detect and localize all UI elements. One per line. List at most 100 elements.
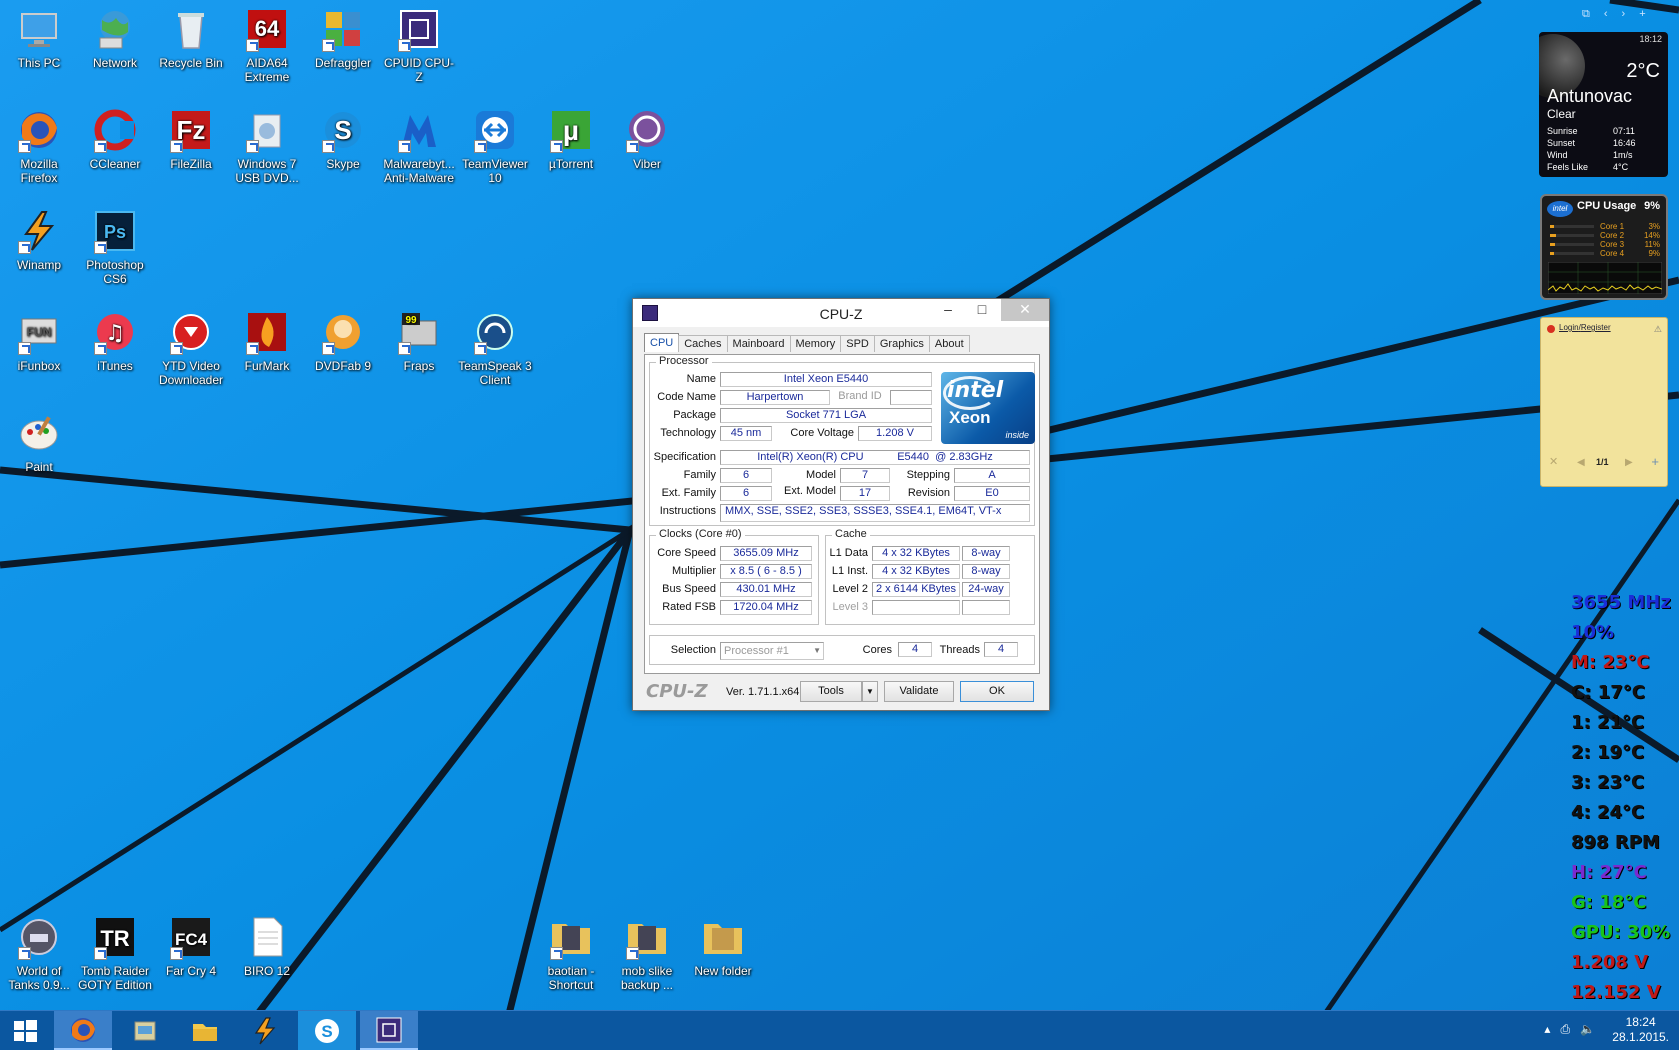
- title-bar[interactable]: CPU-Z – □ ✕: [633, 299, 1049, 327]
- desktop-icon[interactable]: Paint: [1, 410, 77, 474]
- desktop-icon-label: Paint: [25, 460, 53, 474]
- desktop-icon[interactable]: FC4 Far Cry 4: [153, 914, 229, 978]
- desktop-icon[interactable]: World of Tanks 0.9...: [1, 914, 77, 992]
- network-icon[interactable]: ⎙: [1560, 1022, 1570, 1037]
- desktop-icon[interactable]: Fz FileZilla: [153, 107, 229, 171]
- note-add-icon[interactable]: +: [1651, 454, 1659, 469]
- desktop-icon[interactable]: DVDFab 9: [305, 309, 381, 373]
- corespeed-field: 3655.09 MHz: [720, 546, 812, 561]
- desktop-icon[interactable]: Defraggler: [305, 6, 381, 70]
- weather-temp: 2°C: [1626, 60, 1660, 82]
- desktop-icon[interactable]: Recycle Bin: [153, 6, 229, 70]
- restore-icon[interactable]: ⧉: [1582, 8, 1590, 21]
- cpu-usage-title: CPU Usage: [1577, 200, 1637, 212]
- core-usage-row: Core 4 9%: [1550, 249, 1660, 258]
- desktop-icon[interactable]: ♫ iTunes: [77, 309, 153, 373]
- core-usage-row: Core 3 11%: [1550, 240, 1660, 249]
- spec-field: Intel(R) Xeon(R) CPU E5440 @ 2.83GHz: [720, 450, 1030, 465]
- desktop-icon[interactable]: Network: [77, 6, 153, 70]
- tab-about[interactable]: About: [928, 335, 970, 352]
- back-icon[interactable]: ‹: [1604, 8, 1608, 21]
- desktop-icon[interactable]: BIRO 12: [229, 914, 305, 978]
- desktop-icon[interactable]: Viber: [609, 107, 685, 171]
- desktop-icon[interactable]: CPUID CPU-Z: [381, 6, 457, 84]
- desktop-icon[interactable]: FUN iFunbox: [1, 309, 77, 373]
- desktop-icon[interactable]: YTD Video Downloader: [153, 309, 229, 387]
- itunes-icon: ♫: [92, 309, 138, 355]
- start-button[interactable]: [0, 1011, 50, 1050]
- desktop-icon[interactable]: Mozilla Firefox: [1, 107, 77, 185]
- desktop-icon[interactable]: Winamp: [1, 208, 77, 272]
- taskbar-file-explorer[interactable]: [176, 1011, 234, 1050]
- weather-gadget[interactable]: 18:12 2°C Antunovac Clear Sunrise 07:11 Su…: [1539, 32, 1668, 177]
- tools-button[interactable]: Tools: [800, 681, 862, 702]
- svg-text:99: 99: [405, 315, 417, 326]
- taskbar-firefox[interactable]: [54, 1011, 112, 1050]
- desktop-icon[interactable]: Malwarebyt... Anti-Malware: [381, 107, 457, 185]
- teamviewer-icon: [472, 107, 518, 153]
- tab-cpu[interactable]: CPU: [644, 333, 680, 352]
- desktop-icon[interactable]: µ µTorrent: [533, 107, 609, 171]
- processor-select[interactable]: Processor #1 ▼: [720, 642, 824, 660]
- cpu-usage-gadget[interactable]: intel CPU Usage 9% Core 1 3% Core 2 14% Core…: [1540, 194, 1668, 300]
- login-link[interactable]: Login: [1559, 323, 1579, 332]
- weather-time: 18:12: [1639, 34, 1662, 44]
- tools-dropdown-button[interactable]: ▼: [862, 681, 878, 702]
- desktop-icon[interactable]: CCleaner: [77, 107, 153, 171]
- taskbar-cpuz[interactable]: [360, 1011, 418, 1050]
- taskbar-winamp[interactable]: [236, 1011, 294, 1050]
- corevoltage-field: 1.208 V: [858, 426, 932, 441]
- taskbar-skype[interactable]: S: [298, 1011, 356, 1050]
- shortcut-arrow-icon: [398, 140, 411, 153]
- tab-memory[interactable]: Memory: [789, 335, 842, 352]
- tray-expand-icon[interactable]: ▴: [1544, 1022, 1550, 1037]
- note-close-icon[interactable]: ✕: [1549, 455, 1558, 468]
- desktop-icon[interactable]: FurMark: [229, 309, 305, 373]
- desktop-icon[interactable]: TR Tomb Raider GOTY Edition: [77, 914, 153, 992]
- minimize-button[interactable]: –: [931, 299, 965, 321]
- hardware-monitor-overlay: 3655 MHz 10% M: 23°C C: 17°C 1: 21°C 2: 19°C 3…: [1571, 588, 1676, 1008]
- desktop-icon[interactable]: 99 Fraps: [381, 309, 457, 373]
- core-name: Core 4: [1600, 249, 1625, 258]
- desktop-icon[interactable]: TeamViewer 10: [457, 107, 533, 185]
- l1data-way-field: 8-way: [962, 546, 1010, 561]
- desktop-icon[interactable]: TeamSpeak 3 Client: [457, 309, 533, 387]
- ccleaner-icon: [92, 107, 138, 153]
- note-next-icon[interactable]: ▶: [1625, 457, 1633, 468]
- shortcut-arrow-icon: [170, 342, 183, 355]
- validate-button[interactable]: Validate: [884, 681, 954, 702]
- bottom-bar: CPU-Z Ver. 1.71.1.x64 Tools ▼ Validate O…: [644, 681, 1040, 705]
- tab-spd[interactable]: SPD: [840, 335, 875, 352]
- close-button[interactable]: ✕: [1001, 299, 1049, 321]
- ratedfsb-label: Rated FSB: [662, 601, 716, 613]
- desktop-icon[interactable]: mob slike backup ...: [609, 914, 685, 992]
- tab-graphics[interactable]: Graphics: [873, 335, 930, 352]
- maximize-button[interactable]: □: [965, 299, 999, 321]
- tab-mainboard[interactable]: Mainboard: [726, 335, 791, 352]
- register-link[interactable]: Register: [1581, 323, 1611, 332]
- desktop-icon[interactable]: 64 AIDA64 Extreme: [229, 6, 305, 84]
- desktop-icon[interactable]: baotian - Shortcut: [533, 914, 609, 992]
- desktop-icon[interactable]: Ps Photoshop CS6: [77, 208, 153, 286]
- taskbar-file-transfer[interactable]: [116, 1011, 174, 1050]
- desktop-icon[interactable]: Windows 7 USB DVD...: [229, 107, 305, 185]
- clock[interactable]: 18:24 28.1.2015.: [1612, 1015, 1669, 1045]
- cpuz-window[interactable]: CPU-Z – □ ✕ CPU Caches Mainboard Memory SPD G…: [632, 298, 1050, 711]
- forward-icon[interactable]: ›: [1622, 8, 1626, 21]
- volume-icon[interactable]: 🔈: [1580, 1022, 1595, 1037]
- add-gadget-icon[interactable]: +: [1639, 8, 1645, 21]
- desktop-icon[interactable]: New folder: [685, 914, 761, 978]
- desktop-icon[interactable]: S Skype: [305, 107, 381, 171]
- core-usage-row: Core 2 14%: [1550, 231, 1660, 240]
- desktop-icon-label: CPUID CPU-Z: [383, 56, 454, 84]
- desktop-icon[interactable]: This PC: [1, 6, 77, 70]
- windows-logo-icon: [14, 1020, 37, 1042]
- notes-gadget[interactable]: Login/Register ⚠ ✕ ◀ 1/1 ▶ +: [1540, 317, 1668, 487]
- ok-button[interactable]: OK: [960, 681, 1034, 702]
- furmark-icon: [244, 309, 290, 355]
- note-prev-icon[interactable]: ◀: [1577, 457, 1585, 468]
- selection-label: Selection: [670, 644, 716, 656]
- hw-monitor-reading: C: 17°C: [1571, 682, 1645, 703]
- tab-caches[interactable]: Caches: [678, 335, 728, 352]
- note-alert-icon[interactable]: ⚠: [1654, 324, 1662, 335]
